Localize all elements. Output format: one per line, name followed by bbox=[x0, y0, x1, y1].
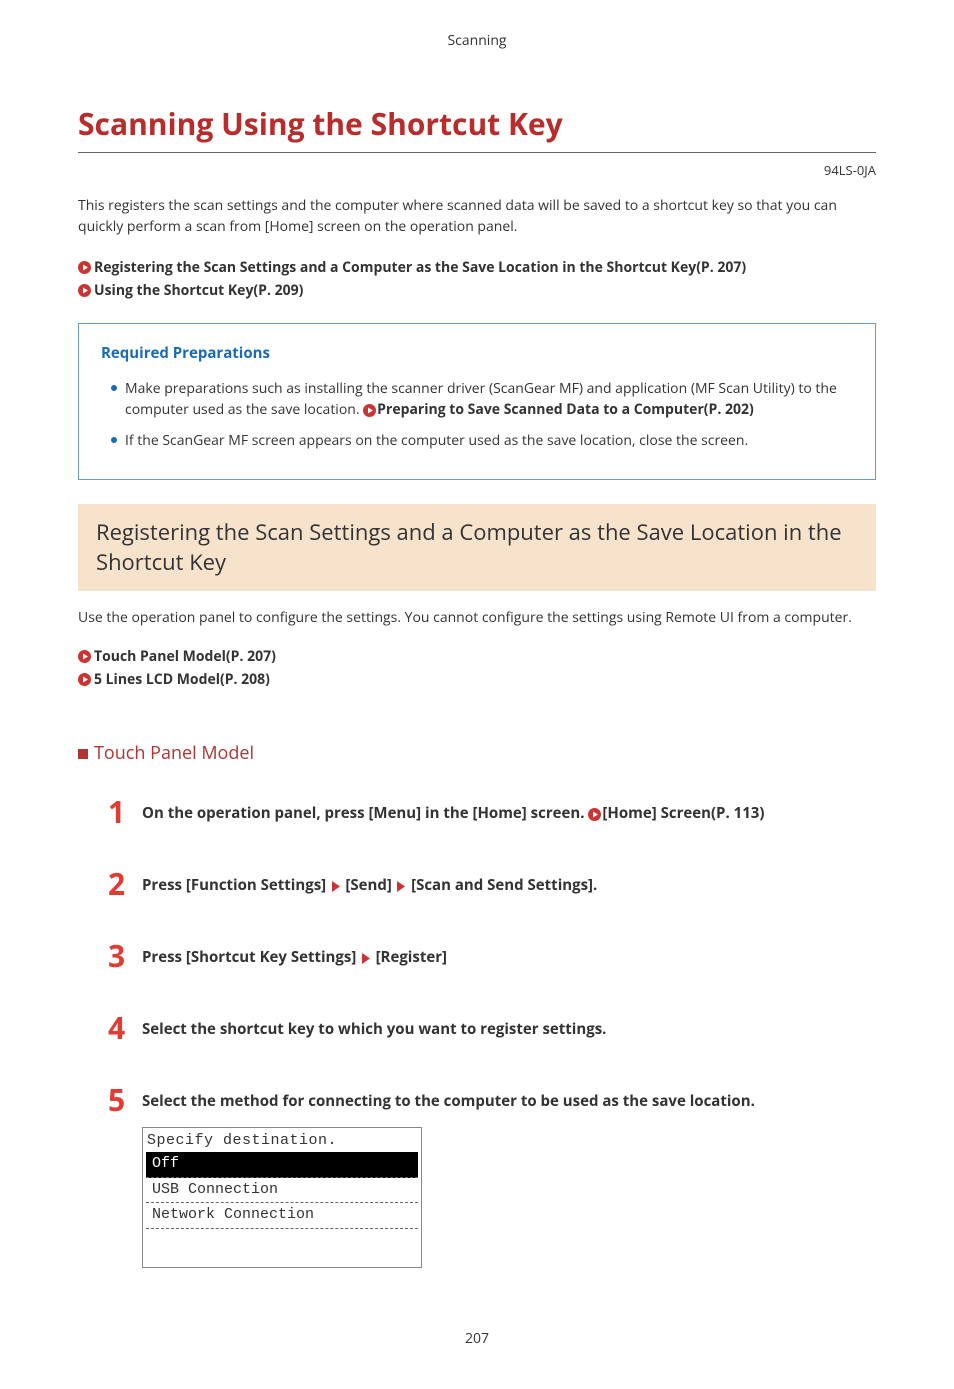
arrow-separator-icon bbox=[397, 881, 405, 892]
play-icon bbox=[78, 673, 91, 686]
crossref-link[interactable]: Touch Panel Model(P. 207) bbox=[78, 646, 876, 667]
sub-heading: Touch Panel Model bbox=[78, 740, 876, 767]
step-text: Select the method for connecting to the … bbox=[142, 1091, 755, 1111]
bullet-icon bbox=[111, 437, 117, 443]
page-title: Scanning Using the Shortcut Key bbox=[78, 101, 876, 153]
step-4: 4 Select the shortcut key to which you w… bbox=[108, 1013, 876, 1043]
step-text: [Scan and Send Settings]. bbox=[411, 875, 597, 895]
crossref-label: 5 Lines LCD Model(P. 208) bbox=[94, 669, 270, 690]
device-screenshot: Specify destination. Off USB Connection … bbox=[142, 1127, 422, 1268]
page-number: 207 bbox=[78, 1328, 876, 1349]
crossref-link[interactable]: 5 Lines LCD Model(P. 208) bbox=[78, 669, 876, 690]
step-text: [Register] bbox=[376, 947, 447, 967]
crossref-link[interactable]: [Home] Screen(P. 113) bbox=[602, 803, 764, 823]
sub-heading-text: Touch Panel Model bbox=[94, 740, 254, 767]
crossref-link[interactable]: Preparing to Save Scanned Data to a Comp… bbox=[377, 400, 754, 419]
play-icon bbox=[78, 650, 91, 663]
step-3: 3 Press [Shortcut Key Settings] [Registe… bbox=[108, 941, 876, 971]
steps-list: 1 On the operation panel, press [Menu] i… bbox=[78, 797, 876, 1268]
step-5: 5 Select the method for connecting to th… bbox=[108, 1085, 876, 1268]
step-number: 5 bbox=[108, 1085, 128, 1115]
step-text: [Send] bbox=[345, 875, 391, 895]
required-preparations-box: Required Preparations Make preparations … bbox=[78, 323, 876, 481]
crossref-label: Using the Shortcut Key(P. 209) bbox=[94, 280, 303, 301]
crossref-label: Registering the Scan Settings and a Comp… bbox=[94, 257, 746, 278]
step-text: Press [Function Settings] bbox=[142, 875, 326, 895]
list-item: Make preparations such as installing the… bbox=[111, 378, 853, 420]
square-icon bbox=[78, 749, 88, 759]
screenshot-option: Network Connection bbox=[146, 1203, 418, 1229]
step-text: Press [Shortcut Key Settings] bbox=[142, 947, 356, 967]
screenshot-blank bbox=[143, 1229, 421, 1267]
screenshot-option: USB Connection bbox=[146, 1178, 418, 1204]
arrow-separator-icon bbox=[362, 953, 370, 964]
step-2: 2 Press [Function Settings] [Send] [Scan… bbox=[108, 869, 876, 899]
play-icon bbox=[78, 261, 91, 274]
list-item-text: If the ScanGear MF screen appears on the… bbox=[125, 431, 748, 450]
step-text: On the operation panel, press [Menu] in … bbox=[142, 803, 588, 823]
step-number: 2 bbox=[108, 869, 128, 899]
step-number: 1 bbox=[108, 797, 128, 827]
play-icon bbox=[363, 404, 376, 417]
intro-paragraph: This registers the scan settings and the… bbox=[78, 195, 876, 237]
list-item: If the ScanGear MF screen appears on the… bbox=[111, 430, 853, 451]
section-link-list: Touch Panel Model(P. 207) 5 Lines LCD Mo… bbox=[78, 646, 876, 690]
play-icon bbox=[588, 808, 601, 821]
screenshot-option-selected: Off bbox=[146, 1152, 418, 1178]
crossref-link[interactable]: Using the Shortcut Key(P. 209) bbox=[78, 280, 876, 301]
arrow-separator-icon bbox=[332, 881, 340, 892]
section-header: Scanning bbox=[78, 30, 876, 51]
step-number: 4 bbox=[108, 1013, 128, 1043]
play-icon bbox=[78, 284, 91, 297]
screenshot-title: Specify destination. bbox=[143, 1128, 421, 1153]
crossref-label: Touch Panel Model(P. 207) bbox=[94, 646, 276, 667]
step-text: Select the shortcut key to which you wan… bbox=[142, 1019, 606, 1039]
crossref-link[interactable]: Registering the Scan Settings and a Comp… bbox=[78, 257, 876, 278]
section-intro: Use the operation panel to configure the… bbox=[78, 607, 876, 628]
bullet-icon bbox=[111, 385, 117, 391]
top-link-list: Registering the Scan Settings and a Comp… bbox=[78, 257, 876, 301]
step-number: 3 bbox=[108, 941, 128, 971]
section-heading: Registering the Scan Settings and a Comp… bbox=[78, 504, 876, 591]
box-title: Required Preparations bbox=[101, 342, 853, 365]
document-code: 94LS-0JA bbox=[78, 161, 876, 181]
step-1: 1 On the operation panel, press [Menu] i… bbox=[108, 797, 876, 827]
